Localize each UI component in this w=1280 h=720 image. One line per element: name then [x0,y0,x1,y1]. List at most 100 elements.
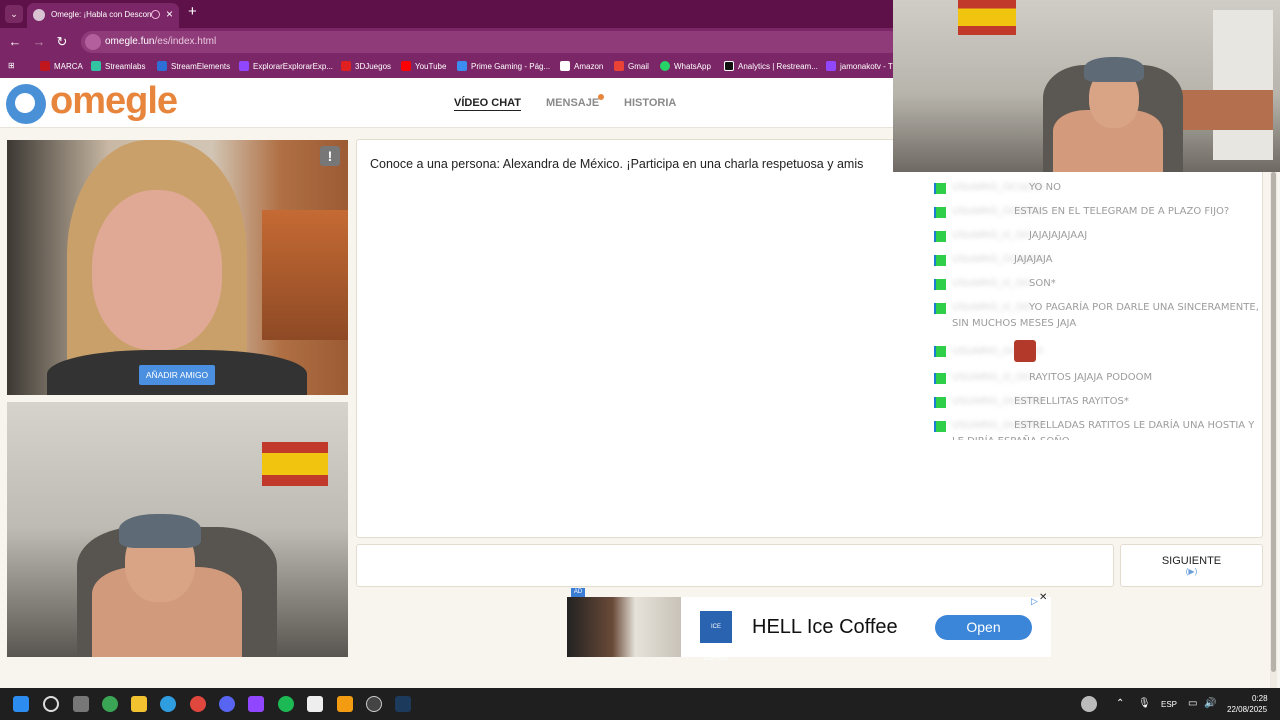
page-scrollbar[interactable] [1270,172,1277,688]
tab-list-button[interactable]: ⌄ [5,5,23,23]
next-button[interactable]: SIGUIENTE (▶) [1120,544,1263,587]
windows-start-icon[interactable] [13,696,29,712]
spain-flag [262,442,328,486]
ad-banner[interactable]: ICE COFFEE HELL Ice Coffee Open ▷ ✕ [567,592,1051,662]
chat-badge-icon [934,421,946,432]
edge-icon[interactable] [160,696,176,712]
nav-historia[interactable]: HISTORIA [624,97,676,109]
task-view-icon[interactable] [73,696,89,712]
twitch-icon[interactable] [248,696,264,712]
volume-icon[interactable]: 🔊 [1204,698,1216,709]
twitch-icon [826,61,836,71]
language-indicator[interactable]: ESP [1161,700,1177,709]
gmail-icon [614,61,624,71]
nav-video-chat[interactable]: VÍDEO CHAT [454,97,522,111]
chat-badge-icon [934,231,946,242]
chat-badge-icon [934,397,946,408]
recording-indicator-icon [151,10,160,19]
site-info-icon[interactable] [85,34,101,50]
bookmark-amazon[interactable]: Amazon [560,61,603,71]
app-icon[interactable] [337,696,353,712]
chat-badge-icon [934,303,946,314]
prime-gaming-icon [457,61,467,71]
obs-icon[interactable] [366,696,382,712]
notification-dot [598,94,604,100]
background-wall [262,210,348,340]
ad-image[interactable] [567,597,681,657]
spotify-icon[interactable] [278,696,294,712]
chat-intro-message: Conoce a una persona: Alexandra de Méxic… [370,157,864,171]
browser-tab-omegle[interactable]: Omegle: ¡Habla con Descon × [27,3,179,28]
bookmark-whatsapp[interactable]: WhatsApp [660,61,711,71]
streamelements-icon [157,61,167,71]
ad-close-icon[interactable]: ✕ [1039,592,1047,603]
network-icon[interactable]: ▭ [1188,698,1197,709]
url-text: omegle.fun/es/index.html [105,36,217,47]
streamer-webcam-overlay [893,0,1280,172]
microphone-icon[interactable]: 🎙 [1138,698,1151,709]
back-button[interactable]: ← [5,32,25,52]
chrome-icon[interactable] [190,696,206,712]
stranger-face [92,190,222,350]
capcut-icon[interactable] [307,696,323,712]
stream-chat-message: usuario_oculto [928,340,1263,364]
bookmark-youtube[interactable]: YouTube [401,61,446,71]
new-tab-button[interactable]: + [188,3,197,20]
reload-button[interactable]: ↻ [52,32,72,52]
self-beanie [119,514,201,548]
windows-taskbar: ⌃ 🎙 ESP ▭ 🔊 0:28 22/08/2025 [0,688,1280,720]
streamlabs-icon [91,61,101,71]
message-input[interactable] [356,544,1114,587]
add-friend-button[interactable]: AÑADIR AMIGO [139,365,215,385]
bookmark-gmail[interactable]: Gmail [614,61,649,71]
chat-badge-icon [934,346,946,357]
file-explorer-icon[interactable] [131,696,147,712]
spain-flag-overlay [958,0,1016,35]
chat-emote-icon [1014,340,1036,362]
apps-grid-icon[interactable]: ⊞ [8,61,15,70]
ad-title[interactable]: HELL Ice Coffee [752,616,898,639]
chat-badge-icon [934,255,946,266]
bookmark-streamelements[interactable]: StreamElements [157,61,230,71]
chat-badge-icon [934,183,946,194]
chat-badge-icon [934,279,946,290]
bookmark-marca[interactable]: MARCA [40,61,83,71]
chat-badge-icon [934,207,946,218]
stream-chat-overlay: usuario_oculto YO NO usuario_oculto ESTAIS… [928,178,1263,440]
ad-badge: AD [571,588,585,597]
self-video [7,402,348,657]
3djuegos-icon [341,61,351,71]
stream-chat-message: usuario_oculto ESTRELLADAS RATITOS LE DAR… [928,418,1263,440]
streamer-beanie [1084,57,1144,82]
weather-icon[interactable] [1081,696,1097,712]
tab-title: Omegle: ¡Habla con Descon [51,10,151,19]
discord-icon[interactable] [219,696,235,712]
chat-badge-icon [934,373,946,384]
clock-time[interactable]: 0:28 [1252,694,1268,703]
tab-close-icon[interactable]: × [166,7,173,21]
address-bar[interactable]: omegle.fun/es/index.html [81,31,901,53]
clock-date[interactable]: 22/08/2025 [1227,705,1267,714]
xbox-icon[interactable] [102,696,118,712]
bookmark-prime-gaming[interactable]: Prime Gaming - Pág... [457,61,550,71]
steam-icon[interactable] [395,696,411,712]
nav-mensaje[interactable]: MENSAJE [546,97,599,109]
ad-choices-icon[interactable]: ▷ [1031,596,1038,607]
stranger-video: ! AÑADIR AMIGO [7,140,348,395]
next-button-label: SIGUIENTE [1161,555,1222,567]
bookmark-explorar[interactable]: ExplorarExplorarExp... [239,61,333,71]
bookmark-analytics[interactable]: Analytics | Restream... [724,61,818,71]
report-button[interactable]: ! [320,146,340,166]
ad-open-button[interactable]: Open [935,615,1032,640]
bookmark-streamlabs[interactable]: Streamlabs [91,61,145,71]
bookmark-3djuegos[interactable]: 3DJuegos [341,61,391,71]
bookmark-jamonakotv[interactable]: jamonakotv - T [826,61,893,71]
twitch-icon [239,61,249,71]
tray-expand-icon[interactable]: ⌃ [1116,698,1124,709]
stream-chat-message: usuario_o_oo YO PAGARÍA POR DARLE UNA SIN… [928,300,1263,334]
search-icon[interactable] [43,696,59,712]
scrollbar-thumb[interactable] [1271,172,1276,672]
restream-icon [724,61,734,71]
forward-button[interactable]: → [29,32,49,52]
youtube-icon [401,61,411,71]
